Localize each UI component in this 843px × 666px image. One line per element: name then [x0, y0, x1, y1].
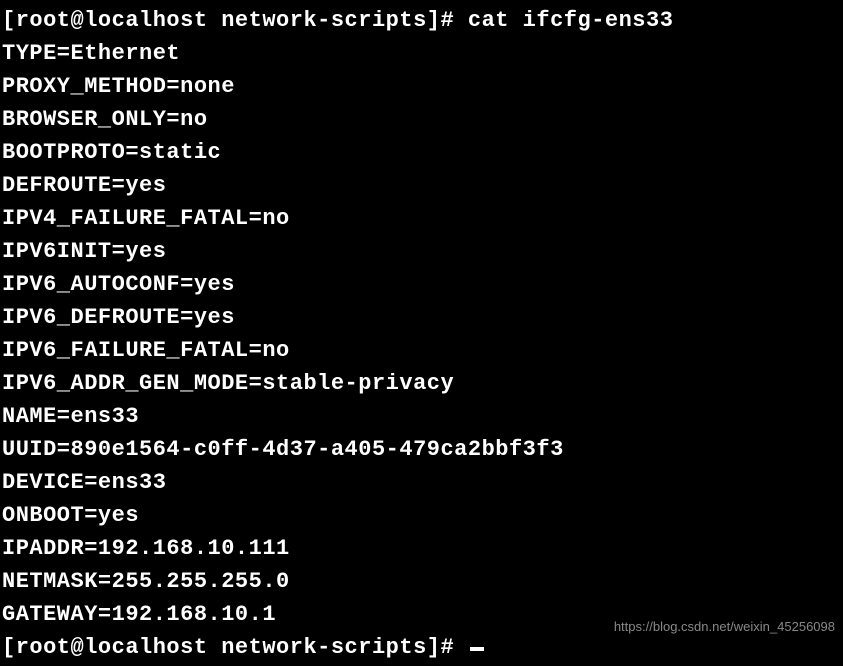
config-line: BOOTPROTO=static [2, 136, 841, 169]
config-line: ONBOOT=yes [2, 499, 841, 532]
prompt-line-2[interactable]: [root@localhost network-scripts]# [2, 635, 468, 660]
config-line: PROXY_METHOD=none [2, 70, 841, 103]
prompt-line-1: [root@localhost network-scripts]# cat if… [2, 4, 841, 37]
config-line: BROWSER_ONLY=no [2, 103, 841, 136]
config-output: TYPE=EthernetPROXY_METHOD=noneBROWSER_ON… [2, 37, 841, 631]
config-line: IPADDR=192.168.10.111 [2, 532, 841, 565]
config-line: DEVICE=ens33 [2, 466, 841, 499]
config-line: IPV6_DEFROUTE=yes [2, 301, 841, 334]
cursor [470, 647, 484, 651]
config-line: IPV6_FAILURE_FATAL=no [2, 334, 841, 367]
config-line: DEFROUTE=yes [2, 169, 841, 202]
config-line: TYPE=Ethernet [2, 37, 841, 70]
config-line: IPV6_AUTOCONF=yes [2, 268, 841, 301]
config-line: NETMASK=255.255.255.0 [2, 565, 841, 598]
config-line: NAME=ens33 [2, 400, 841, 433]
config-line: IPV6INIT=yes [2, 235, 841, 268]
config-line: IPV6_ADDR_GEN_MODE=stable-privacy [2, 367, 841, 400]
config-line: IPV4_FAILURE_FATAL=no [2, 202, 841, 235]
terminal-output[interactable]: [root@localhost network-scripts]# cat if… [2, 4, 841, 664]
watermark-text: https://blog.csdn.net/weixin_45256098 [614, 617, 835, 637]
config-line: UUID=890e1564-c0ff-4d37-a405-479ca2bbf3f… [2, 433, 841, 466]
